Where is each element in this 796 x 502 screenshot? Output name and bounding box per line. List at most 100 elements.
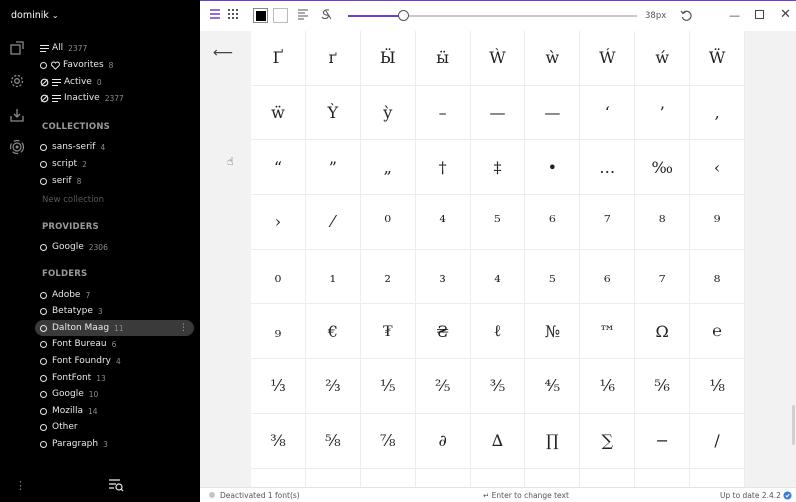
glyph-cell[interactable]: ẁ [525,31,581,86]
glyph-cell[interactable]: ‚ [690,85,746,141]
glyph-cell[interactable]: ∂ [415,413,471,469]
folder-item[interactable]: Font Bureau 6 [40,336,116,352]
user-menu[interactable]: dominik ⌄ [11,10,59,21]
folder-item[interactable]: Adobe 7 [40,287,90,303]
glyph-cell[interactable]: ™ [580,304,636,360]
glyph-cell[interactable]: ⁄ [305,195,361,250]
white-swatch-button[interactable] [273,8,288,23]
glyph-cell[interactable]: ₃ [415,249,471,305]
glyph-cell[interactable]: ẃ [635,31,691,86]
glyph-cell[interactable]: ґ [305,31,361,86]
glyph-cell[interactable]: Ẃ [580,31,636,86]
scrollbar-thumb[interactable] [792,405,795,445]
glyph-cell[interactable]: ‹ [690,140,746,196]
glyph-cell[interactable]: — [470,85,526,141]
glyph-cell[interactable]: ⁷ [580,195,636,250]
broadcast-icon[interactable] [9,139,25,155]
library-item-active[interactable]: Active 0 [40,74,102,90]
glyph-cell[interactable]: ₉ [251,304,306,360]
list-view-icon[interactable] [209,8,221,20]
glyph-cell[interactable]: ⅝ [305,413,361,469]
size-slider-knob[interactable] [397,10,409,21]
library-item-inactive[interactable]: Inactive 2377 [40,90,124,106]
glyph-cell[interactable]: ‘ [580,85,636,141]
glyph-cell[interactable]: ∏ [525,413,581,469]
glyph-cell[interactable]: ₇ [635,249,691,305]
glyph-cell[interactable]: ≈ [416,468,471,487]
glyph-cell[interactable]: Ω [635,304,691,360]
glyph-icon[interactable] [320,8,333,21]
glyph-cell[interactable]: Ẅ [690,31,746,86]
folder-item[interactable]: Other [40,419,83,435]
library-item-favorites[interactable]: Favorites 8 [40,57,113,73]
glyph-cell[interactable]: ℮ [690,304,746,360]
glyph-cell[interactable]: ⁸ [635,195,691,250]
glyph-cell[interactable]: ‡ [470,140,526,196]
folder-item[interactable]: Mozilla 14 [40,403,98,419]
reset-icon[interactable] [680,9,693,22]
glyph-cell[interactable]: ⅜ [251,413,306,469]
glyph-cell[interactable]: ∑ [580,413,636,469]
glyph-cell[interactable]: ‰ [635,140,691,196]
glyph-cell[interactable]: ﬁ [690,468,746,487]
folder-item[interactable]: Betatype 3 [40,303,103,319]
glyph-cell[interactable]: Ӹ [360,31,416,86]
glyph-cell[interactable]: — [525,85,581,141]
folder-item[interactable]: Google 10 [40,386,98,402]
glyph-cell[interactable]: ⁹ [690,195,746,250]
glyph-cell[interactable]: – [415,85,471,141]
glyph-cell[interactable]: ∞ [306,468,361,487]
glyph-cell[interactable]: € [305,304,361,360]
glyph-cell[interactable]: ⁵ [470,195,526,250]
import-icon[interactable] [9,107,25,123]
glyph-cell[interactable]: ₆ [580,249,636,305]
size-slider[interactable] [348,10,637,21]
glyph-cell[interactable]: ⅓ [251,359,306,414]
glyph-cell[interactable]: ” [305,140,361,196]
provider-item[interactable]: Google 2306 [40,239,108,255]
folder-item-selected[interactable]: Dalton Maag 11 ⋮ [35,320,194,336]
glyph-cell[interactable]: › [251,195,306,250]
glyph-cell[interactable]: − [635,413,691,469]
glyph-cell[interactable]: ≠ [471,468,526,487]
glyph-cell[interactable]: √ [251,468,306,487]
glyph-cell[interactable]: … [580,140,636,196]
glyph-cell[interactable]: ⅚ [635,359,691,414]
glyph-cell[interactable]: ₴ [415,304,471,360]
glyph-cell[interactable]: ₈ [690,249,746,305]
font-library-icon[interactable] [9,40,25,56]
maximize-icon[interactable] [755,10,764,19]
glyph-cell[interactable]: ’ [635,85,691,141]
glyph-cell[interactable]: ỳ [360,85,416,141]
glyph-cell[interactable]: ⅙ [580,359,636,414]
collection-item[interactable]: serif 8 [40,173,81,189]
minimize-icon[interactable]: — [729,9,740,22]
glyph-cell[interactable]: ⅛ [690,359,746,414]
glyph-cell[interactable]: ₮ [360,304,416,360]
settings-gear-icon[interactable] [9,73,25,89]
glyph-cell[interactable]: ⁶ [525,195,581,250]
glyph-cell[interactable]: ⁴ [415,195,471,250]
back-arrow-icon[interactable]: ⟵ [213,45,233,61]
glyph-cell[interactable]: Ґ [251,31,306,86]
app-menu-icon[interactable]: ⋮ [15,479,26,492]
glyph-cell[interactable]: „ [360,140,416,196]
glyph-cell[interactable]: • [525,140,581,196]
glyph-cell[interactable]: № [525,304,581,360]
update-badge-icon[interactable] [783,491,792,500]
glyph-cell[interactable]: “ [251,140,306,196]
more-options-icon[interactable]: ⋮ [179,323,188,333]
folder-item[interactable]: Paragraph 3 [40,436,108,452]
text-align-icon[interactable] [297,8,309,20]
glyph-cell[interactable]: ≥ [580,468,636,487]
glyph-cell[interactable]: ⅕ [360,359,416,414]
folder-item[interactable]: FontFont 13 [40,370,106,386]
collection-item[interactable]: script 2 [40,156,87,172]
glyph-cell[interactable]: ⅘ [525,359,581,414]
glyph-cell[interactable]: ₁ [305,249,361,305]
glyph-cell[interactable]: ℓ [470,304,526,360]
library-item-all[interactable]: All 2377 [40,40,87,56]
glyph-cell[interactable]: ẅ [251,85,306,141]
glyph-cell[interactable]: ◊ [635,468,691,487]
collection-item[interactable]: sans-serif 4 [40,139,105,155]
